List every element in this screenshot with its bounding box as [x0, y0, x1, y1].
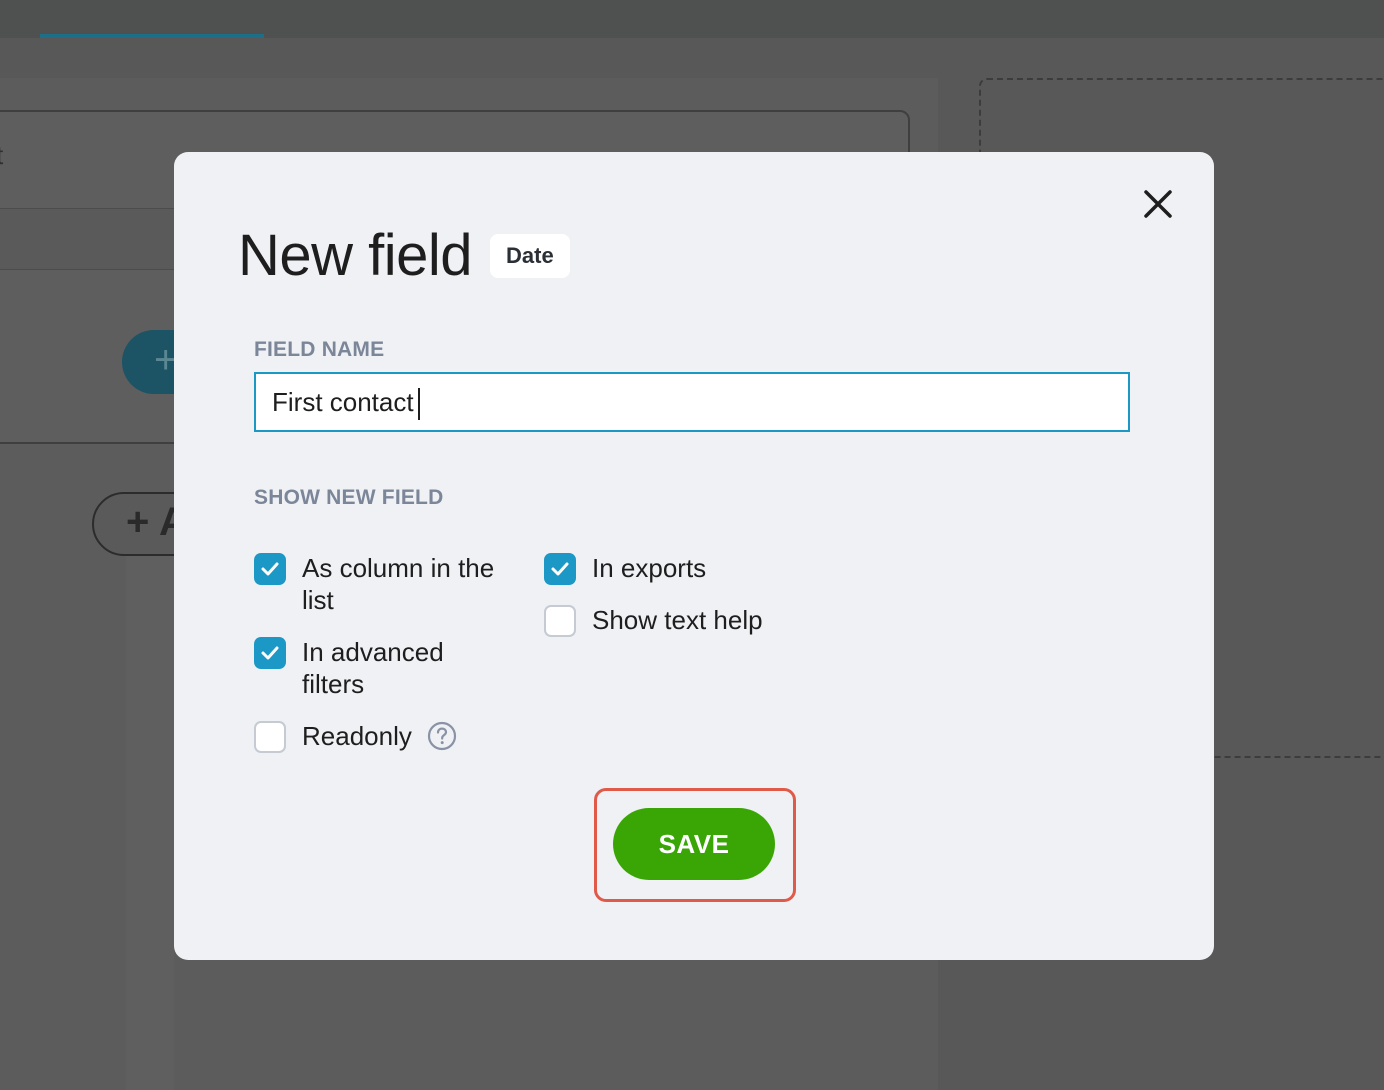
option-column-in-list[interactable]: As column in the list — [254, 552, 494, 616]
save-button[interactable]: SAVE — [613, 808, 775, 880]
option-show-text-help[interactable]: Show text help — [544, 604, 763, 637]
check-icon — [551, 562, 569, 576]
background-column — [126, 556, 174, 1090]
option-label: In advanced filters — [302, 637, 444, 699]
close-button[interactable] — [1136, 182, 1180, 226]
option-label: As column in the list — [302, 553, 495, 615]
field-name-input-wrapper — [254, 372, 1130, 432]
field-type-badge: Date — [490, 233, 570, 278]
option-in-exports[interactable]: In exports — [544, 552, 706, 585]
background-topbar — [0, 0, 1384, 38]
new-field-modal: New field Date FIELD NAME SHOW NEW FIELD… — [174, 152, 1214, 960]
checkbox-checked[interactable] — [254, 637, 286, 669]
modal-title: New field — [238, 223, 473, 288]
option-label: Readonly — [302, 720, 457, 752]
background-row-text: t — [0, 140, 3, 171]
close-icon — [1144, 190, 1172, 218]
check-icon — [261, 562, 279, 576]
help-icon[interactable] — [427, 721, 457, 751]
checkbox-unchecked[interactable] — [544, 605, 576, 637]
option-label: Show text help — [592, 605, 763, 635]
option-readonly[interactable]: Readonly — [254, 720, 457, 753]
modal-header: New field Date — [238, 222, 570, 289]
checkbox-checked[interactable] — [254, 553, 286, 585]
field-name-label: FIELD NAME — [254, 338, 385, 361]
show-new-field-label: SHOW NEW FIELD — [254, 486, 444, 509]
check-icon — [261, 646, 279, 660]
checkbox-checked[interactable] — [544, 553, 576, 585]
option-label: In exports — [592, 553, 707, 583]
field-name-input[interactable] — [256, 374, 1128, 430]
text-caret — [418, 388, 420, 420]
option-advanced-filters[interactable]: In advanced filters — [254, 636, 444, 700]
checkbox-unchecked[interactable] — [254, 721, 286, 753]
